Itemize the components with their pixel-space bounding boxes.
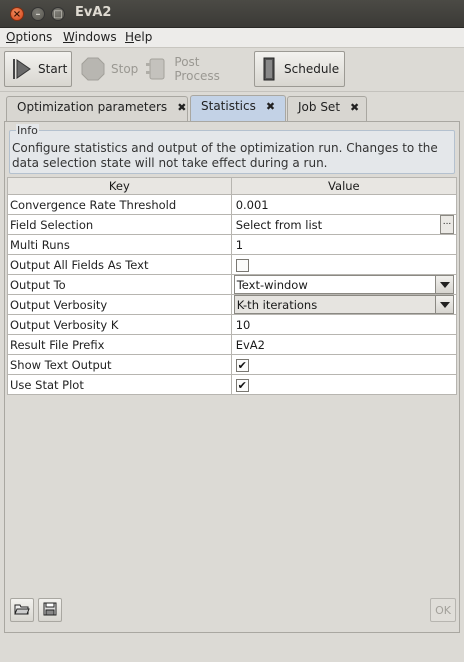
- convergence-rate-threshold-value: 0.001: [235, 197, 269, 212]
- property-key: Show Text Output: [7, 354, 232, 375]
- property-key: Multi Runs: [7, 234, 232, 255]
- close-window-button[interactable]: ×: [10, 7, 24, 21]
- multi-runs-value: 1: [235, 237, 244, 252]
- value-column-header: Value: [230, 177, 458, 195]
- minimize-window-button[interactable]: –: [31, 7, 45, 21]
- tab-job-set[interactable]: Job Set ✖: [287, 96, 367, 121]
- output-verbosity-k-value: 10: [235, 317, 251, 332]
- result-file-prefix-value: EvA2: [235, 337, 265, 352]
- property-key: Use Stat Plot: [7, 374, 232, 395]
- field-selection-list[interactable]: Select from list ...: [234, 215, 454, 234]
- table-row: Output Verbosity K-th iterations: [7, 294, 458, 315]
- use-stat-plot-cell: ✔: [230, 374, 458, 395]
- info-box: Info Configure statistics and output of …: [9, 124, 455, 174]
- property-key: Field Selection: [7, 214, 232, 235]
- table-row: Show Text Output ✔: [7, 354, 458, 375]
- close-tab-icon[interactable]: ✖: [350, 101, 359, 114]
- output-to-select[interactable]: Text-window: [233, 275, 454, 294]
- field-selection-value: Select from list: [235, 217, 323, 232]
- stop-label: Stop: [111, 62, 139, 76]
- tab-bar: Optimization parameters ✖ Statistics ✖ Job…: [0, 95, 464, 121]
- convergence-rate-threshold-field[interactable]: 0.001: [230, 194, 458, 215]
- info-description: Configure statistics and output of the o…: [12, 141, 438, 170]
- output-to-cell: Text-window: [230, 274, 458, 295]
- menu-help[interactable]: Help: [125, 30, 152, 44]
- schedule-button[interactable]: Schedule: [254, 51, 345, 87]
- stop-button[interactable]: Stop: [76, 51, 139, 87]
- output-verbosity-value: K-th iterations: [236, 297, 318, 312]
- floppy-disk-icon: [43, 602, 57, 619]
- table-row: Output All Fields As Text: [7, 254, 458, 275]
- table-header-row: Key Value: [7, 177, 458, 195]
- table-row: Output To Text-window: [7, 274, 458, 295]
- maximize-window-button[interactable]: □: [51, 7, 65, 21]
- property-key: Output To: [7, 274, 232, 295]
- property-key: Result File Prefix: [7, 334, 232, 355]
- start-label: Start: [38, 62, 68, 76]
- property-key: Convergence Rate Threshold: [7, 194, 232, 215]
- chevron-down-icon[interactable]: [435, 296, 453, 313]
- output-verbosity-select[interactable]: K-th iterations: [233, 295, 454, 314]
- output-all-fields-cell: [230, 254, 458, 275]
- menu-windows-label: indows: [74, 30, 117, 44]
- close-tab-icon[interactable]: ✖: [177, 101, 186, 114]
- start-button[interactable]: Start: [4, 51, 72, 87]
- save-button[interactable]: [38, 598, 62, 622]
- menu-help-mnemonic: H: [125, 30, 135, 44]
- post-process-icon: [145, 57, 168, 81]
- output-verbosity-k-field[interactable]: 10: [230, 314, 458, 335]
- schedule-icon: [260, 57, 278, 81]
- table-row: Field Selection Select from list ...: [7, 214, 458, 235]
- post-process-button[interactable]: Post Process: [140, 51, 252, 87]
- output-verbosity-cell: K-th iterations: [230, 294, 458, 315]
- tab-job-set-label: Job Set: [298, 100, 341, 114]
- show-text-output-cell: ✔: [230, 354, 458, 375]
- chevron-down-icon[interactable]: [435, 276, 453, 293]
- tab-statistics[interactable]: Statistics ✖: [190, 95, 286, 121]
- bottom-bar: OK: [4, 596, 460, 628]
- table-row: Convergence Rate Threshold 0.001: [7, 194, 458, 215]
- property-key: Output Verbosity K: [7, 314, 232, 335]
- result-file-prefix-field[interactable]: EvA2: [230, 334, 458, 355]
- menu-bar: Options Windows Help: [0, 28, 464, 48]
- play-icon: [10, 57, 32, 81]
- window-bottom-edge: [0, 633, 464, 662]
- property-table: Key Value Convergence Rate Threshold 0.0…: [7, 177, 458, 395]
- schedule-label: Schedule: [284, 62, 340, 76]
- window-title: EvA2: [75, 5, 112, 20]
- statistics-panel: Info Configure statistics and output of …: [4, 121, 460, 633]
- show-text-output-checkbox[interactable]: ✔: [235, 358, 249, 372]
- output-to-value: Text-window: [236, 277, 308, 292]
- key-column-header: Key: [7, 177, 232, 195]
- property-key: Output Verbosity: [7, 294, 232, 315]
- close-tab-icon[interactable]: ✖: [266, 100, 275, 113]
- table-row: Result File Prefix EvA2: [7, 334, 458, 355]
- property-key: Output All Fields As Text: [7, 254, 232, 275]
- stop-icon: [81, 57, 105, 81]
- post-process-label: Post Process: [174, 55, 220, 83]
- table-row: Output Verbosity K 10: [7, 314, 458, 335]
- tab-statistics-label: Statistics: [201, 99, 256, 113]
- menu-windows[interactable]: Windows: [63, 30, 117, 44]
- ellipsis-button[interactable]: ...: [440, 215, 454, 234]
- open-button[interactable]: [10, 598, 34, 622]
- multi-runs-field[interactable]: 1: [230, 234, 458, 255]
- ok-button[interactable]: OK: [430, 598, 456, 622]
- table-row: Use Stat Plot ✔: [7, 374, 458, 395]
- field-selection-field[interactable]: Select from list ...: [230, 214, 458, 235]
- table-row: Multi Runs 1: [7, 234, 458, 255]
- menu-options-label: ptions: [15, 30, 53, 44]
- open-folder-icon: [14, 602, 30, 619]
- tab-optimization-parameters-label: Optimization parameters: [17, 100, 168, 114]
- menu-help-label: elp: [134, 30, 153, 44]
- toolbar: Start Stop Post Process Schedule: [0, 48, 464, 92]
- menu-windows-mnemonic: W: [63, 30, 75, 44]
- tab-optimization-parameters[interactable]: Optimization parameters ✖: [6, 96, 188, 121]
- title-bar: × – □ EvA2: [0, 0, 464, 28]
- menu-options[interactable]: Options: [6, 30, 52, 44]
- info-legend: Info: [16, 124, 39, 137]
- use-stat-plot-checkbox[interactable]: ✔: [235, 378, 249, 392]
- output-all-fields-checkbox[interactable]: [235, 258, 249, 272]
